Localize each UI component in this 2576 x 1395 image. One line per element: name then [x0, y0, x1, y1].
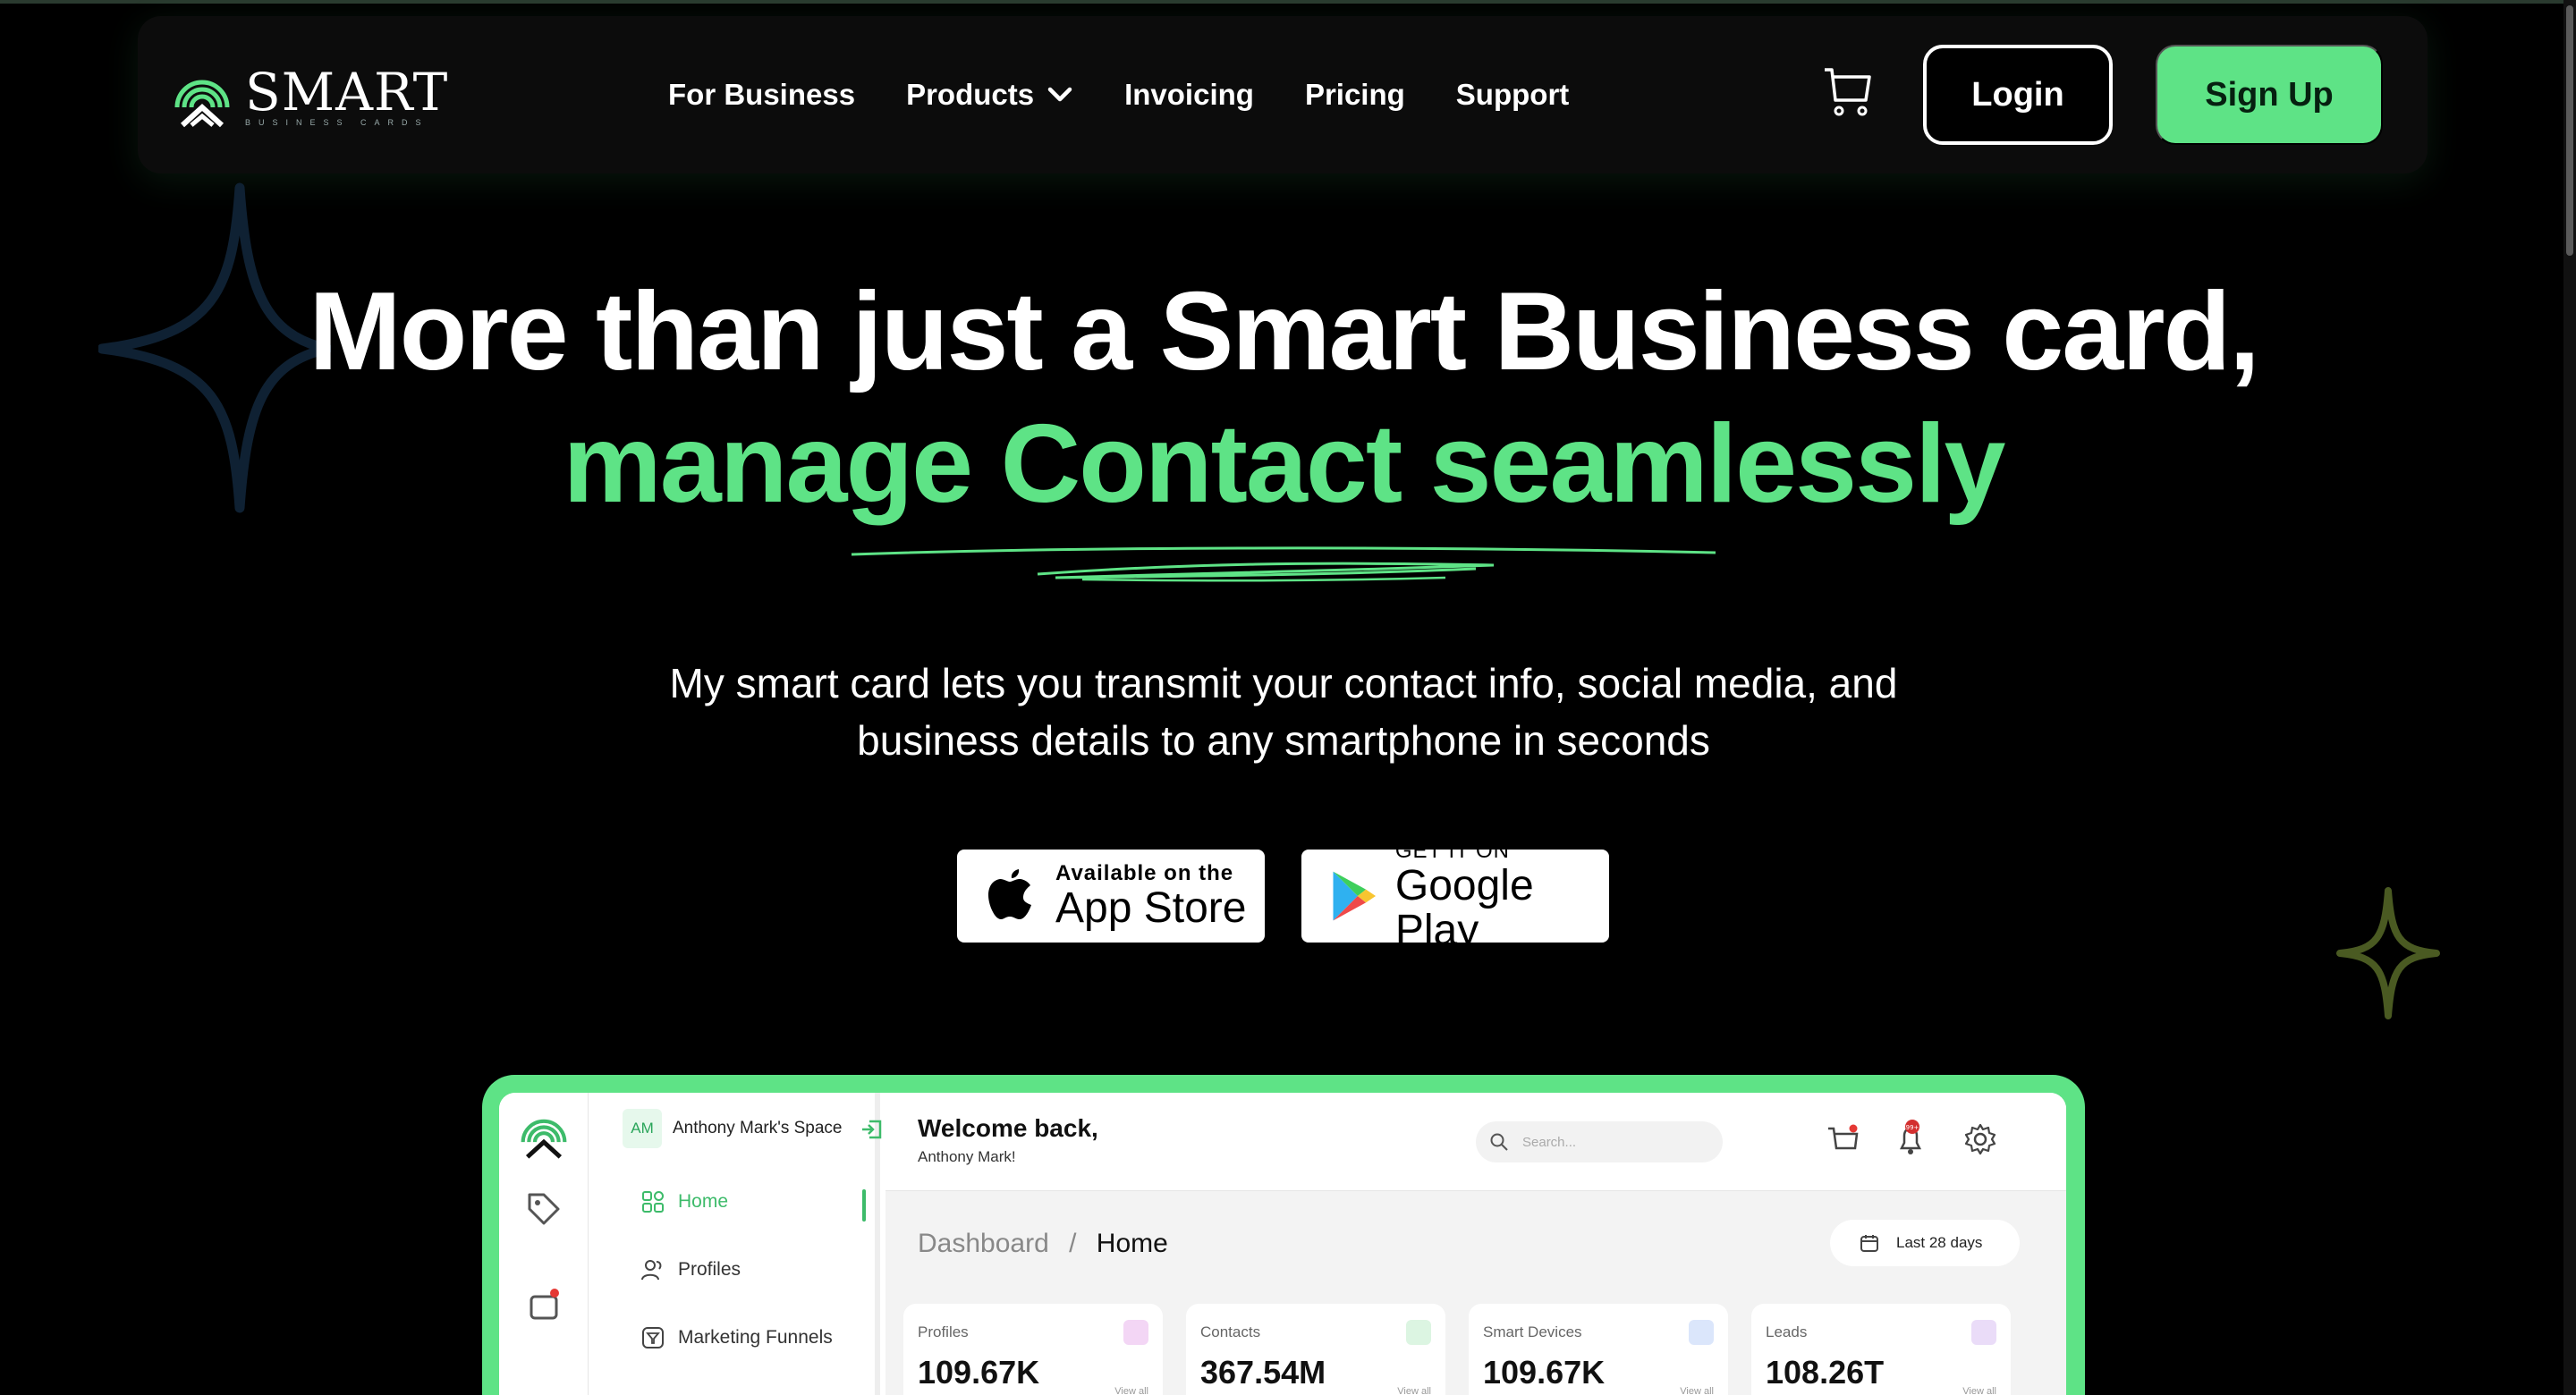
notification-badge: 99+	[1906, 1124, 1919, 1131]
arrow-icon	[1971, 1320, 1996, 1345]
date-range-picker[interactable]: Last 28 days	[1830, 1220, 2020, 1266]
calendar-icon	[1860, 1235, 1878, 1252]
scrollbar[interactable]	[2563, 0, 2576, 1395]
stat-value: 109.67K	[918, 1354, 1040, 1391]
workspace-switcher[interactable]: AM Anthony Mark's Space	[623, 1109, 843, 1148]
breadcrumb: Dashboard / Home	[918, 1229, 1168, 1259]
google-play-big-text: Google Play	[1394, 862, 1534, 954]
brand-name: SMART	[245, 62, 449, 123]
view-all-link[interactable]: View all	[1962, 1386, 1996, 1395]
sidebar-item-label: Profiles	[678, 1259, 741, 1280]
hero-subtitle-line-2: business details to any smartphone in se…	[857, 717, 1710, 764]
user-icon	[1123, 1320, 1148, 1345]
wifi-icon	[1689, 1320, 1714, 1345]
scrollbar-thumb[interactable]	[2566, 5, 2573, 256]
nav-invoicing[interactable]: Invoicing	[1124, 78, 1254, 112]
grid-icon	[642, 1191, 664, 1213]
cart-icon[interactable]	[522, 1284, 565, 1327]
avatar: AM	[623, 1109, 662, 1148]
nav-for-business[interactable]: For Business	[668, 78, 855, 112]
logo-mark-icon	[174, 80, 230, 128]
sidebar-item-marketing-funnels[interactable]: Marketing Funnels	[640, 1325, 833, 1350]
google-play-badge[interactable]: GET IT ON Google Play	[1301, 839, 1609, 953]
sidebar-item-label: Marketing Funnels	[678, 1327, 833, 1348]
icon-rail	[499, 1093, 589, 1395]
nav-links: For Business Products Invoicing Pricing …	[668, 16, 1620, 173]
breadcrumb-separator: /	[1069, 1229, 1077, 1258]
google-play-icon	[1333, 871, 1377, 921]
stat-label: Contacts	[1200, 1323, 1261, 1340]
apple-icon	[988, 869, 1031, 919]
dashboard-preview: AM Anthony Mark's Space Home Profiles Ma…	[499, 1093, 2066, 1395]
gear-icon[interactable]	[1962, 1120, 1998, 1159]
cart-icon[interactable]	[1821, 64, 1875, 120]
stat-label: Smart Devices	[1483, 1323, 1582, 1340]
app-store-big-text: App Store	[1055, 884, 1247, 932]
bell-icon[interactable]: 99+	[1893, 1120, 1928, 1159]
hero-subtitle-line-1: My smart card lets you transmit your con…	[669, 660, 1898, 706]
welcome-name: Anthony Mark!	[918, 1148, 1016, 1165]
login-button[interactable]: Login	[1923, 45, 2113, 145]
stat-card-profiles[interactable]: Profiles 109.67K View all	[903, 1304, 1163, 1395]
exit-icon[interactable]	[859, 1116, 886, 1143]
nav-products-label: Products	[906, 78, 1035, 111]
stat-card-leads[interactable]: Leads 108.26T View all	[1751, 1304, 2011, 1395]
scribble-underline	[851, 546, 1716, 582]
signup-button[interactable]: Sign Up	[2156, 45, 2383, 145]
view-all-link[interactable]: View all	[1397, 1386, 1431, 1395]
tag-icon[interactable]	[522, 1188, 565, 1230]
hero-subtitle: My smart card lets you transmit your con…	[0, 655, 2567, 769]
chevron-down-icon	[1047, 87, 1072, 102]
hero-headline-accent: manage Contact seamlessly	[563, 402, 2006, 526]
stat-value: 108.26T	[1766, 1354, 1885, 1391]
top-border	[0, 0, 2576, 4]
sparkle-star-icon	[2336, 887, 2440, 1019]
app-store-small-text: Available on the	[1055, 861, 1234, 885]
sidebar-item-label: Home	[678, 1191, 729, 1212]
nav-support[interactable]: Support	[1456, 78, 1569, 112]
search-placeholder: Search...	[1522, 1134, 1577, 1150]
sidebar-item-home[interactable]: Home	[640, 1189, 728, 1214]
stat-value: 367.54M	[1200, 1354, 1326, 1391]
brand-tagline: BUSINESS CARDS	[245, 118, 429, 127]
cart-icon[interactable]	[1825, 1120, 1860, 1159]
search-input[interactable]: Search...	[1476, 1121, 1723, 1162]
stat-card-contacts[interactable]: Contacts 367.54M View all	[1186, 1304, 1445, 1395]
active-indicator	[862, 1189, 866, 1222]
brand-logo[interactable]: SMART BUSINESS CARDS	[170, 66, 448, 129]
dashboard-main: Welcome back, Anthony Mark! Search... 99…	[886, 1093, 2066, 1395]
search-icon	[1490, 1133, 1508, 1151]
date-range-label: Last 28 days	[1896, 1234, 1983, 1251]
hero-headline: More than just a Smart Business card,	[309, 270, 2259, 393]
stat-card-smart-devices[interactable]: Smart Devices 109.67K View all	[1469, 1304, 1728, 1395]
nav-products[interactable]: Products	[906, 78, 1073, 112]
stat-label: Leads	[1766, 1323, 1808, 1340]
dashboard-topbar: Welcome back, Anthony Mark! Search... 99…	[886, 1093, 2066, 1191]
breadcrumb-root[interactable]: Dashboard	[918, 1229, 1049, 1258]
app-store-badge[interactable]: Available on the App Store	[957, 850, 1265, 943]
stat-label: Profiles	[918, 1323, 969, 1340]
google-play-small-text: GET IT ON	[1394, 839, 1511, 863]
sidebar: AM Anthony Mark's Space Home Profiles Ma…	[589, 1093, 882, 1395]
nav-pricing[interactable]: Pricing	[1305, 78, 1405, 112]
welcome-title: Welcome back,	[918, 1114, 1098, 1142]
logo-mark-icon	[521, 1119, 567, 1159]
stat-value: 109.67K	[1483, 1354, 1606, 1391]
navbar: SMART BUSINESS CARDS For Business Produc…	[138, 16, 2428, 173]
contact-icon	[1406, 1320, 1431, 1345]
view-all-link[interactable]: View all	[1680, 1386, 1714, 1395]
view-all-link[interactable]: View all	[1114, 1386, 1148, 1395]
sidebar-item-profiles[interactable]: Profiles	[640, 1257, 741, 1282]
funnel-icon	[642, 1327, 664, 1348]
users-icon	[641, 1260, 662, 1281]
breadcrumb-current: Home	[1096, 1229, 1168, 1258]
workspace-name: Anthony Mark's Space	[673, 1119, 843, 1137]
